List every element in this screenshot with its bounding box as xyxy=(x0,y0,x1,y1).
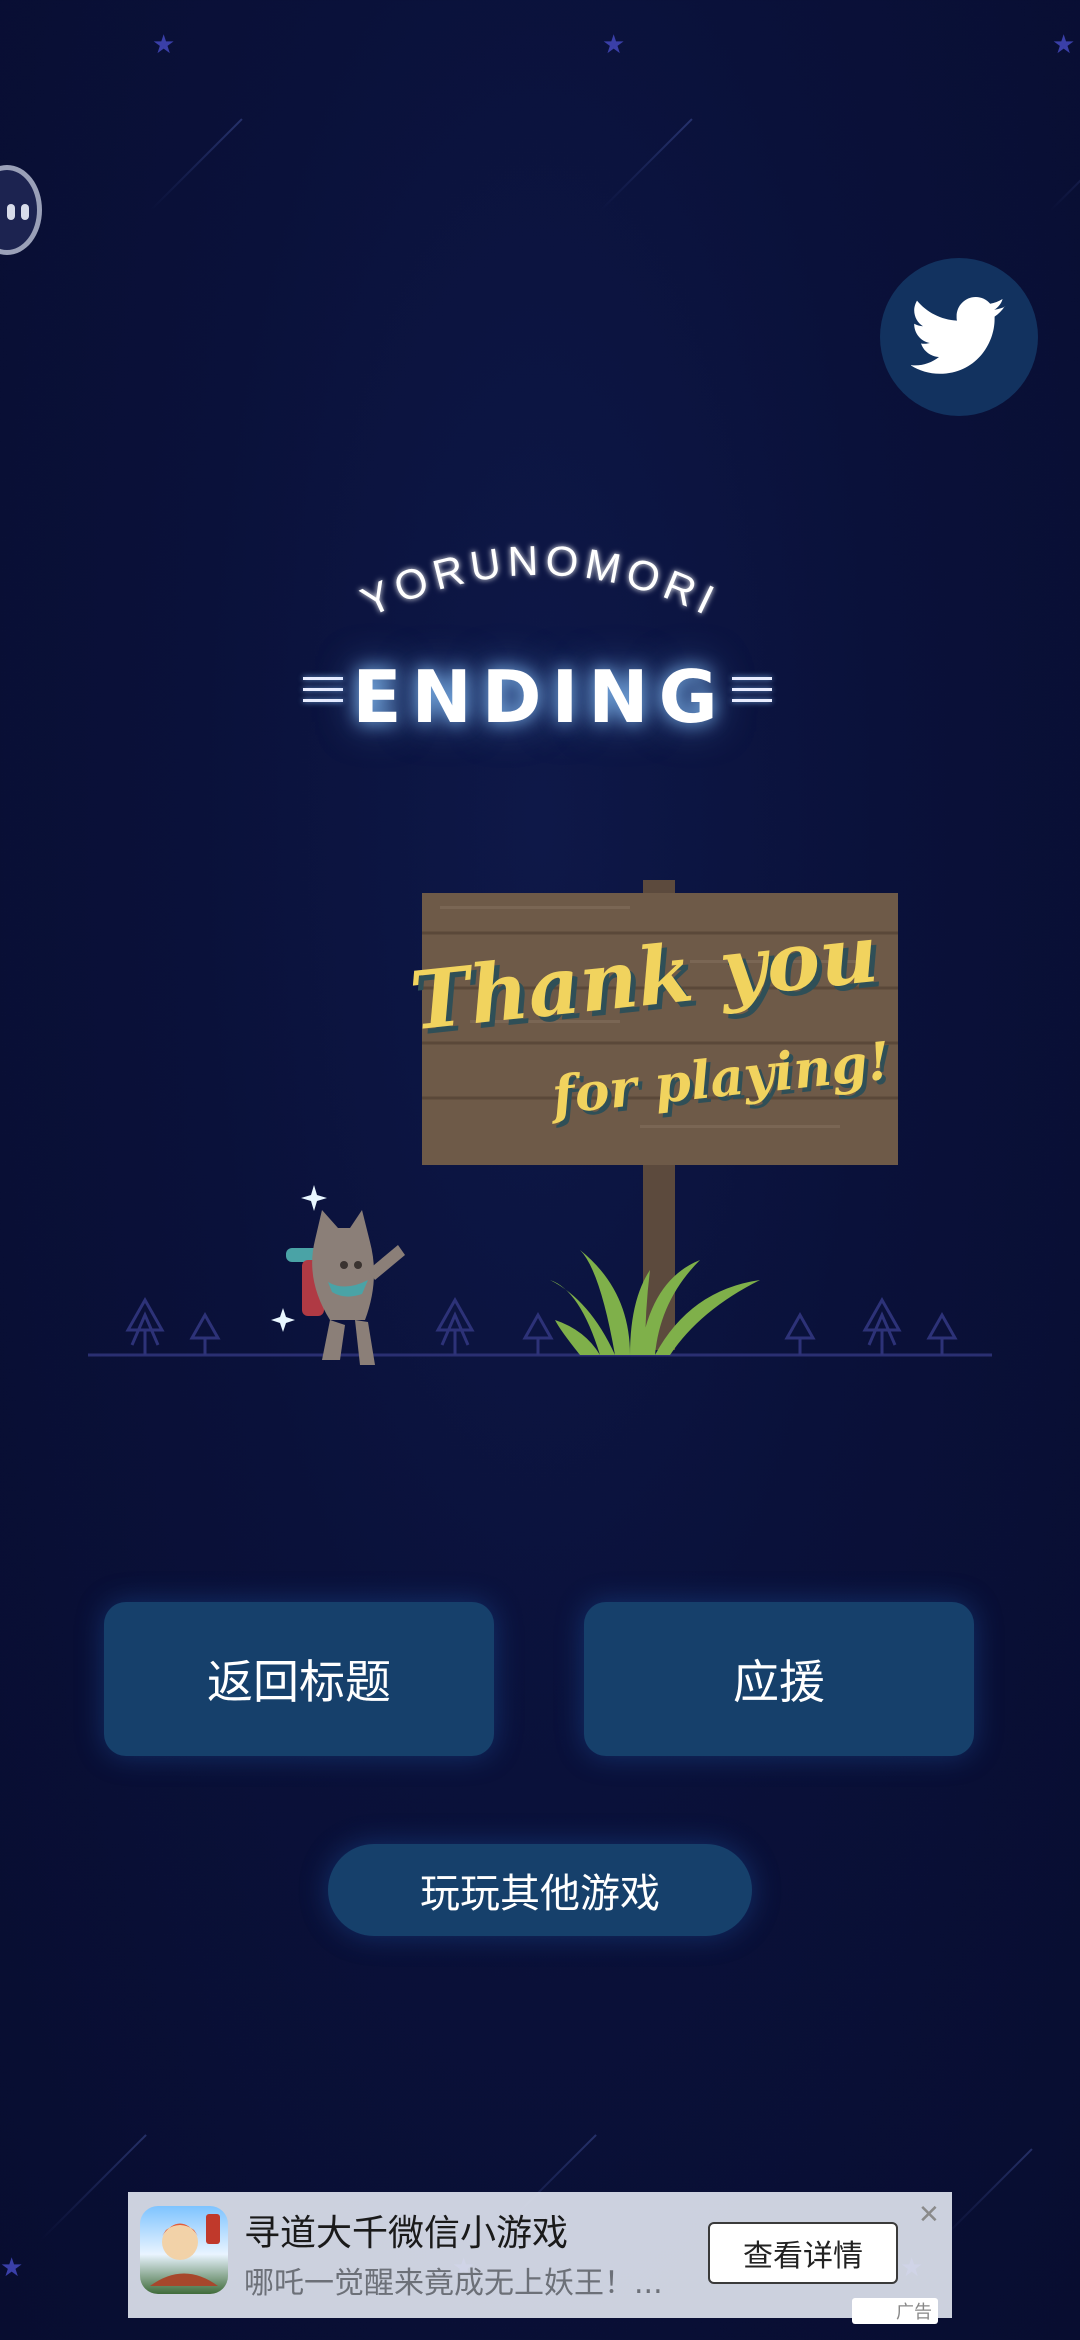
back-to-title-button[interactable]: 返回标题 xyxy=(104,1602,494,1756)
ending-title: ENDING xyxy=(352,655,728,739)
twitter-share-button[interactable] xyxy=(880,258,1038,416)
star-icon: ★ xyxy=(602,30,626,60)
svg-text:YORUNOMORI: YORUNOMORI xyxy=(354,537,727,626)
wooden-sign: Thank you Thank you for playing! for pla… xyxy=(406,893,898,1165)
back-to-title-label: 返回标题 xyxy=(207,1655,391,1709)
ad-badge-label: 广告 xyxy=(896,2302,932,2323)
star-icon: ★ xyxy=(1052,30,1076,60)
floating-handle-icon[interactable] xyxy=(0,165,42,255)
shooting-star xyxy=(939,2148,1033,2242)
ad-title: 寻道大千微信小游戏 xyxy=(244,2213,569,2254)
ad-banner[interactable]: 寻道大千微信小游戏 哪吒一觉醒来竟成无上妖王！... 查看详情 ✕ xyxy=(128,2192,952,2318)
ending-scene: Thank you Thank you for playing! for pla… xyxy=(88,880,992,1365)
title-arc-text: YORUNOMORI xyxy=(354,537,721,626)
twitter-bird-icon xyxy=(911,297,1006,374)
cat-character xyxy=(286,1210,405,1365)
ad-close-icon[interactable]: ✕ xyxy=(918,2200,940,2230)
support-button[interactable]: 应援 xyxy=(584,1602,974,1756)
ad-badge: 广告 xyxy=(852,2298,938,2324)
other-games-button[interactable]: 玩玩其他游戏 xyxy=(328,1844,752,1936)
shooting-star xyxy=(149,118,243,212)
ad-app-icon[interactable] xyxy=(140,2206,228,2294)
title-decoration-right xyxy=(732,677,772,703)
support-label: 应援 xyxy=(733,1655,825,1709)
shooting-star xyxy=(599,118,693,212)
tree-outline xyxy=(125,1296,958,1355)
star-icon: ★ xyxy=(0,2253,24,2283)
ad-app-artwork xyxy=(150,2214,220,2286)
title-arc-logo: YORUNOMORI xyxy=(354,537,727,626)
ad-subtitle: 哪吒一觉醒来竟成无上妖王！... xyxy=(244,2266,663,2301)
shooting-star xyxy=(1049,132,1080,212)
star-icon: ★ xyxy=(152,30,176,60)
other-games-label: 玩玩其他游戏 xyxy=(420,1871,660,1917)
ad-cta-button[interactable]: 查看详情 xyxy=(708,2222,898,2284)
